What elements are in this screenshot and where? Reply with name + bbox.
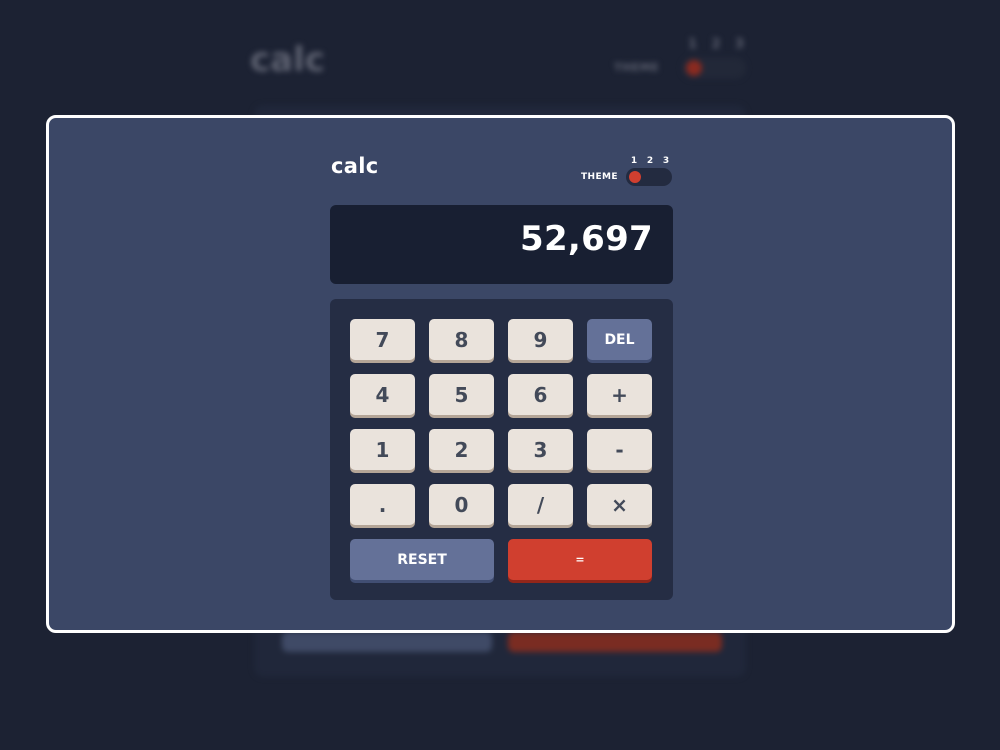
theme-numbers: 1 2 3 <box>629 156 671 166</box>
minus-button[interactable]: - <box>587 429 652 470</box>
background-theme-number: 3 <box>734 37 744 52</box>
key-6[interactable]: 6 <box>508 374 573 415</box>
display-value: 52,697 <box>519 219 653 259</box>
background-theme-number: 2 <box>711 37 721 52</box>
reset-button[interactable]: RESET <box>350 539 494 580</box>
theme-toggle-knob[interactable] <box>629 171 641 183</box>
theme-label: THEME <box>581 172 618 182</box>
theme-option-3[interactable]: 3 <box>661 156 671 166</box>
background-theme-toggle <box>682 57 746 79</box>
theme-option-2[interactable]: 2 <box>645 156 655 166</box>
delete-button[interactable]: DEL <box>587 319 652 360</box>
app-logo: calc <box>331 154 379 178</box>
background-theme-numbers: 1 2 3 <box>688 37 744 52</box>
key-1[interactable]: 1 <box>350 429 415 470</box>
background-theme-number: 1 <box>688 37 698 52</box>
display-screen: 52,697 <box>330 205 673 284</box>
background-toggle-knob <box>686 60 702 76</box>
background-equals-key <box>508 632 722 652</box>
plus-button[interactable]: + <box>587 374 652 415</box>
theme-option-1[interactable]: 1 <box>629 156 639 166</box>
background-logo: calc <box>250 40 325 80</box>
key-9[interactable]: 9 <box>508 319 573 360</box>
multiply-button[interactable]: × <box>587 484 652 525</box>
key-4[interactable]: 4 <box>350 374 415 415</box>
keypad: 7 8 9 DEL 4 5 6 + 1 2 3 - . 0 / × RESET … <box>330 299 673 600</box>
divide-button[interactable]: / <box>508 484 573 525</box>
key-0[interactable]: 0 <box>429 484 494 525</box>
key-8[interactable]: 8 <box>429 319 494 360</box>
key-3[interactable]: 3 <box>508 429 573 470</box>
theme-toggle[interactable] <box>626 168 672 186</box>
background-reset-key <box>282 632 492 652</box>
background-theme-label: THEME <box>614 61 660 74</box>
key-2[interactable]: 2 <box>429 429 494 470</box>
key-7[interactable]: 7 <box>350 319 415 360</box>
equals-button[interactable]: = <box>508 539 652 580</box>
decimal-button[interactable]: . <box>350 484 415 525</box>
key-5[interactable]: 5 <box>429 374 494 415</box>
calculator-window: calc THEME 1 2 3 52,697 7 8 9 DEL 4 5 6 … <box>46 115 955 633</box>
